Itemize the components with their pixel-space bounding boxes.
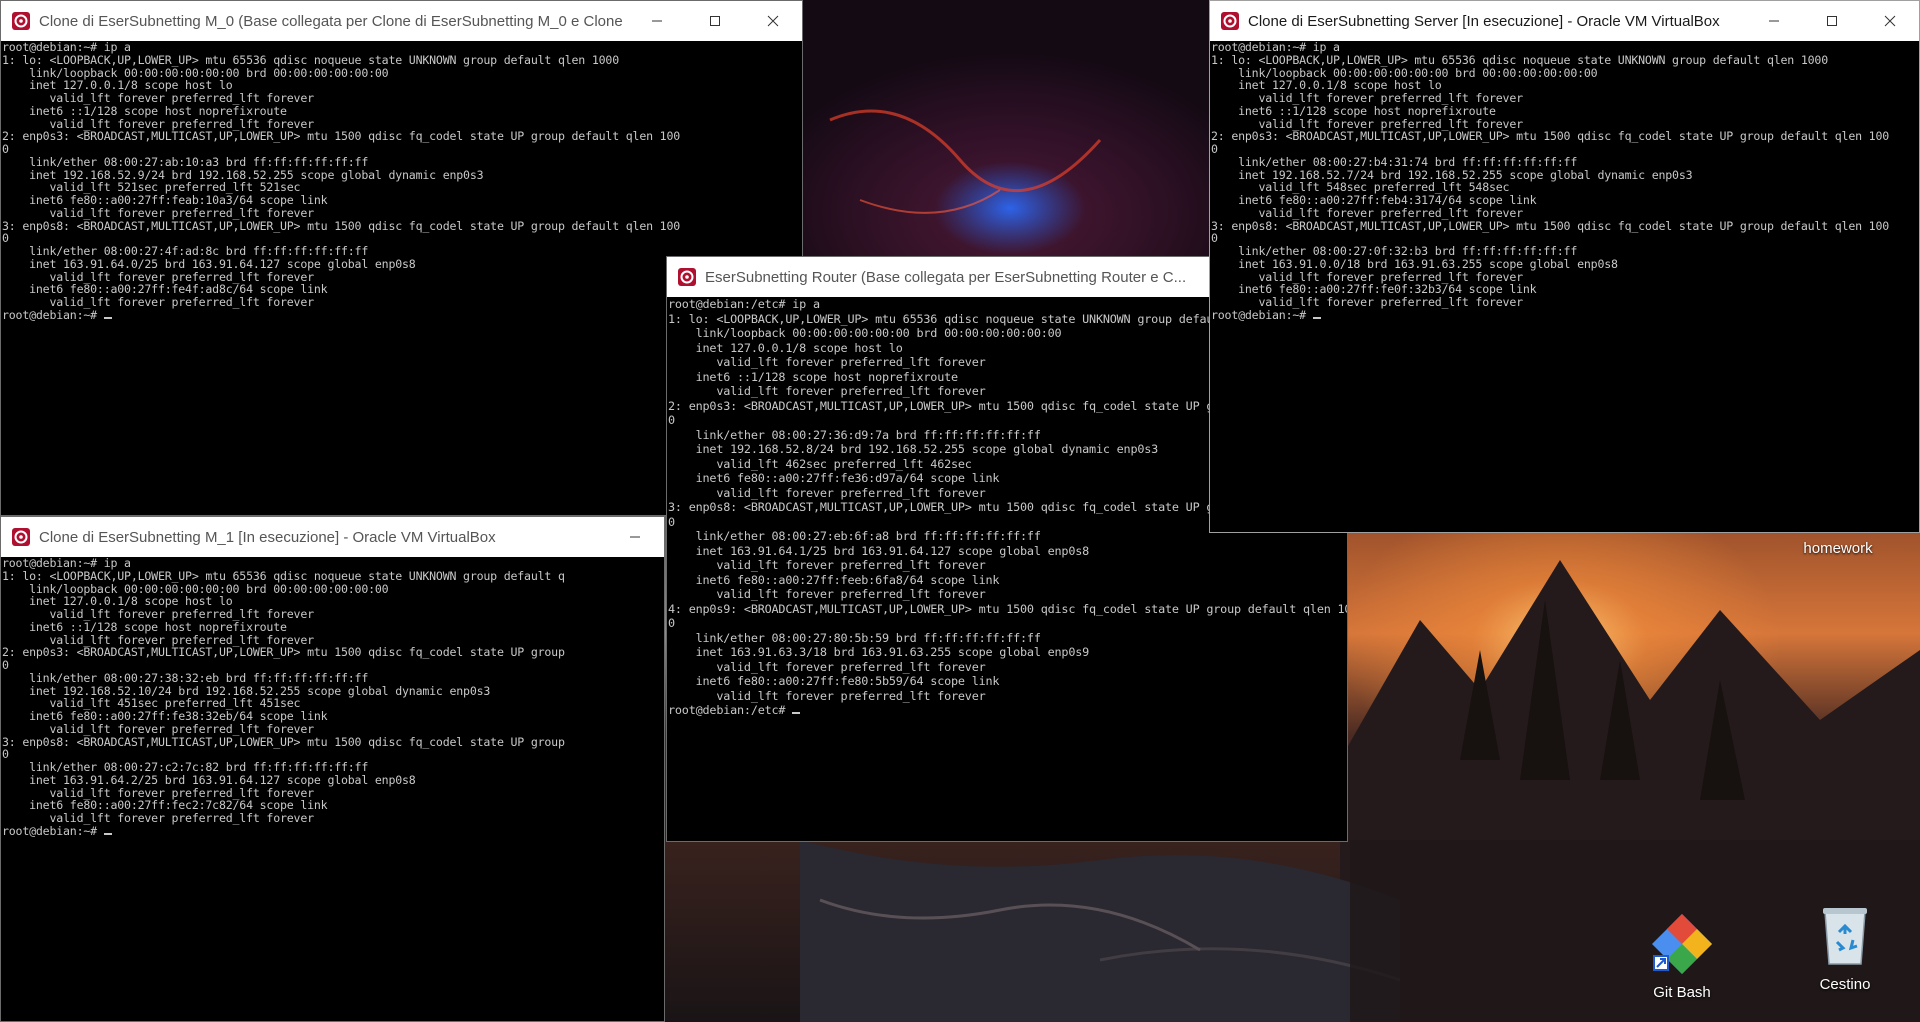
close-button[interactable] xyxy=(744,1,802,41)
minimize-icon xyxy=(630,536,640,538)
window-title: Clone di EserSubnetting M_1 [In esecuzio… xyxy=(39,528,496,546)
terminal-line: 2: enp0s3: <BROADCAST,MULTICAST,UP,LOWER… xyxy=(2,645,565,660)
terminal-line: link/loopback 00:00:00:00:00:00 brd 00:0… xyxy=(668,326,1062,340)
terminal-line: valid_lft forever preferred_lft forever xyxy=(668,384,986,398)
terminal-line: valid_lft forever preferred_lft forever xyxy=(668,688,986,703)
terminal-line: inet6 fe80::a00:27ff:fe80:5b59/64 scope … xyxy=(668,674,1000,688)
terminal-line: valid_lft 462sec preferred_lft 462sec xyxy=(668,456,972,471)
terminal-cursor xyxy=(103,832,112,835)
terminal-line: valid_lft forever preferred_lft forever xyxy=(668,659,986,674)
desktop-icon-label: Git Bash xyxy=(1653,984,1711,1001)
terminal-line: root@debian:/etc# xyxy=(668,703,793,717)
terminal-line: inet6 fe80::a00:27ff:feeb:6fa8/64 scope … xyxy=(668,572,1000,587)
desktop-icon-label: Cestino xyxy=(1819,976,1871,993)
window-title: Clone di EserSubnetting Server [In esecu… xyxy=(1248,12,1720,30)
terminal-line: inet6 fe80::a00:27ff:fe36:d97a/64 scope … xyxy=(668,471,1000,485)
terminal-cursor xyxy=(792,712,801,714)
terminal-line: link/ether 08:00:27:80:5b:59 brd ff:ff:f… xyxy=(668,630,1041,645)
virtualbox-icon xyxy=(1221,12,1239,30)
terminal-line: 0 xyxy=(668,514,675,529)
terminal-line: 2: enp0s3: <BROADCAST,MULTICAST,UP,LOWER… xyxy=(1211,129,1890,144)
terminal-cursor xyxy=(1312,316,1321,319)
terminal-line: 2: enp0s3: <BROADCAST,MULTICAST,UP,LOWER… xyxy=(2,129,681,144)
close-icon xyxy=(1884,15,1896,27)
maximize-button[interactable] xyxy=(686,1,744,41)
terminal-line: root@debian:~# xyxy=(2,823,104,838)
terminal-line: 0 xyxy=(668,616,675,630)
terminal-line: valid_lft forever preferred_lft forever xyxy=(668,485,986,500)
window-titlebar[interactable]: Clone di EserSubnetting Server [In esecu… xyxy=(1210,1,1919,41)
desktop-icon-label: homework xyxy=(1803,540,1873,557)
window-server[interactable]: Clone di EserSubnetting Server [In esecu… xyxy=(1209,0,1920,533)
terminal-line: inet 192.168.52.8/24 brd 192.168.52.255 … xyxy=(668,442,1159,456)
close-button[interactable] xyxy=(1861,1,1919,41)
maximize-button[interactable] xyxy=(1803,1,1861,41)
maximize-icon xyxy=(1827,16,1837,26)
window-title: EserSubnetting Router (Base collegata pe… xyxy=(705,268,1187,286)
recycle-bin-icon xyxy=(1823,908,1867,965)
terminal-screen[interactable]: root@debian:~# ip a 1: lo: <LOOPBACK,UP,… xyxy=(1210,41,1919,532)
terminal-line: inet 163.91.64.1/25 brd 163.91.64.127 sc… xyxy=(668,543,1090,558)
minimize-button[interactable] xyxy=(628,1,686,41)
virtualbox-icon xyxy=(12,528,30,546)
terminal-line: 4: enp0s9: <BROADCAST,MULTICAST,UP,LOWER… xyxy=(668,601,1347,616)
virtualbox-icon xyxy=(12,12,30,30)
desktop-icon-cestino[interactable]: Cestino xyxy=(1795,904,1895,993)
terminal-line: 3: enp0s8: <BROADCAST,MULTICAST,UP,LOWER… xyxy=(1211,218,1890,233)
terminal-output: root@debian:~# ip a 1: lo: <LOOPBACK,UP,… xyxy=(1210,41,1919,322)
terminal-line: link/ether 08:00:27:eb:6f:a8 brd ff:ff:f… xyxy=(668,529,1041,543)
terminal-line: 1: lo: <LOOPBACK,UP,LOWER_UP> mtu 65536 … xyxy=(668,311,1297,326)
window-title: Clone di EserSubnetting M_0 (Base colleg… xyxy=(39,12,628,30)
terminal-line: root@debian:/etc# ip a xyxy=(668,297,820,311)
git-bash-icon xyxy=(1652,914,1712,974)
terminal-screen[interactable]: root@debian:~# ip a 1: lo: <LOOPBACK,UP,… xyxy=(1,557,664,1021)
terminal-cursor xyxy=(103,316,112,319)
virtualbox-icon xyxy=(678,268,696,286)
terminal-line: inet 127.0.0.1/8 scope host lo xyxy=(668,340,903,355)
terminal-line: inet 163.91.63.3/18 brd 163.91.63.255 sc… xyxy=(668,645,1090,659)
maximize-icon xyxy=(710,16,720,26)
minimize-button[interactable] xyxy=(1745,1,1803,41)
terminal-line: 3: enp0s8: <BROADCAST,MULTICAST,UP,LOWER… xyxy=(2,734,565,749)
terminal-line: root@debian:~# xyxy=(2,307,104,322)
terminal-line: valid_lft forever preferred_lft forever xyxy=(668,587,986,601)
terminal-line: valid_lft forever preferred_lft forever xyxy=(668,558,986,572)
terminal-line: inet6 ::1/128 scope host noprefixroute xyxy=(668,369,959,384)
terminal-line: 3: enp0s8: <BROADCAST,MULTICAST,UP,LOWER… xyxy=(2,218,681,233)
minimize-icon xyxy=(652,20,662,22)
window-titlebar[interactable]: Clone di EserSubnetting M_0 (Base colleg… xyxy=(1,1,802,41)
terminal-line: root@debian:~# xyxy=(1211,307,1313,322)
desktop-icon-git-bash[interactable]: Git Bash xyxy=(1632,912,1732,1001)
desktop-icon-homework[interactable]: homework xyxy=(1788,536,1888,557)
terminal-line: 0 xyxy=(668,413,675,427)
minimize-button[interactable] xyxy=(606,517,664,557)
window-titlebar[interactable]: Clone di EserSubnetting M_1 [In esecuzio… xyxy=(1,517,664,557)
minimize-icon xyxy=(1769,20,1779,22)
window-m1[interactable]: Clone di EserSubnetting M_1 [In esecuzio… xyxy=(0,516,665,1022)
terminal-line: valid_lft forever preferred_lft forever xyxy=(668,355,986,369)
terminal-line: link/ether 08:00:27:36:d9:7a brd ff:ff:f… xyxy=(668,427,1041,442)
terminal-output: root@debian:~# ip a 1: lo: <LOOPBACK,UP,… xyxy=(1,557,664,838)
close-icon xyxy=(767,15,779,27)
